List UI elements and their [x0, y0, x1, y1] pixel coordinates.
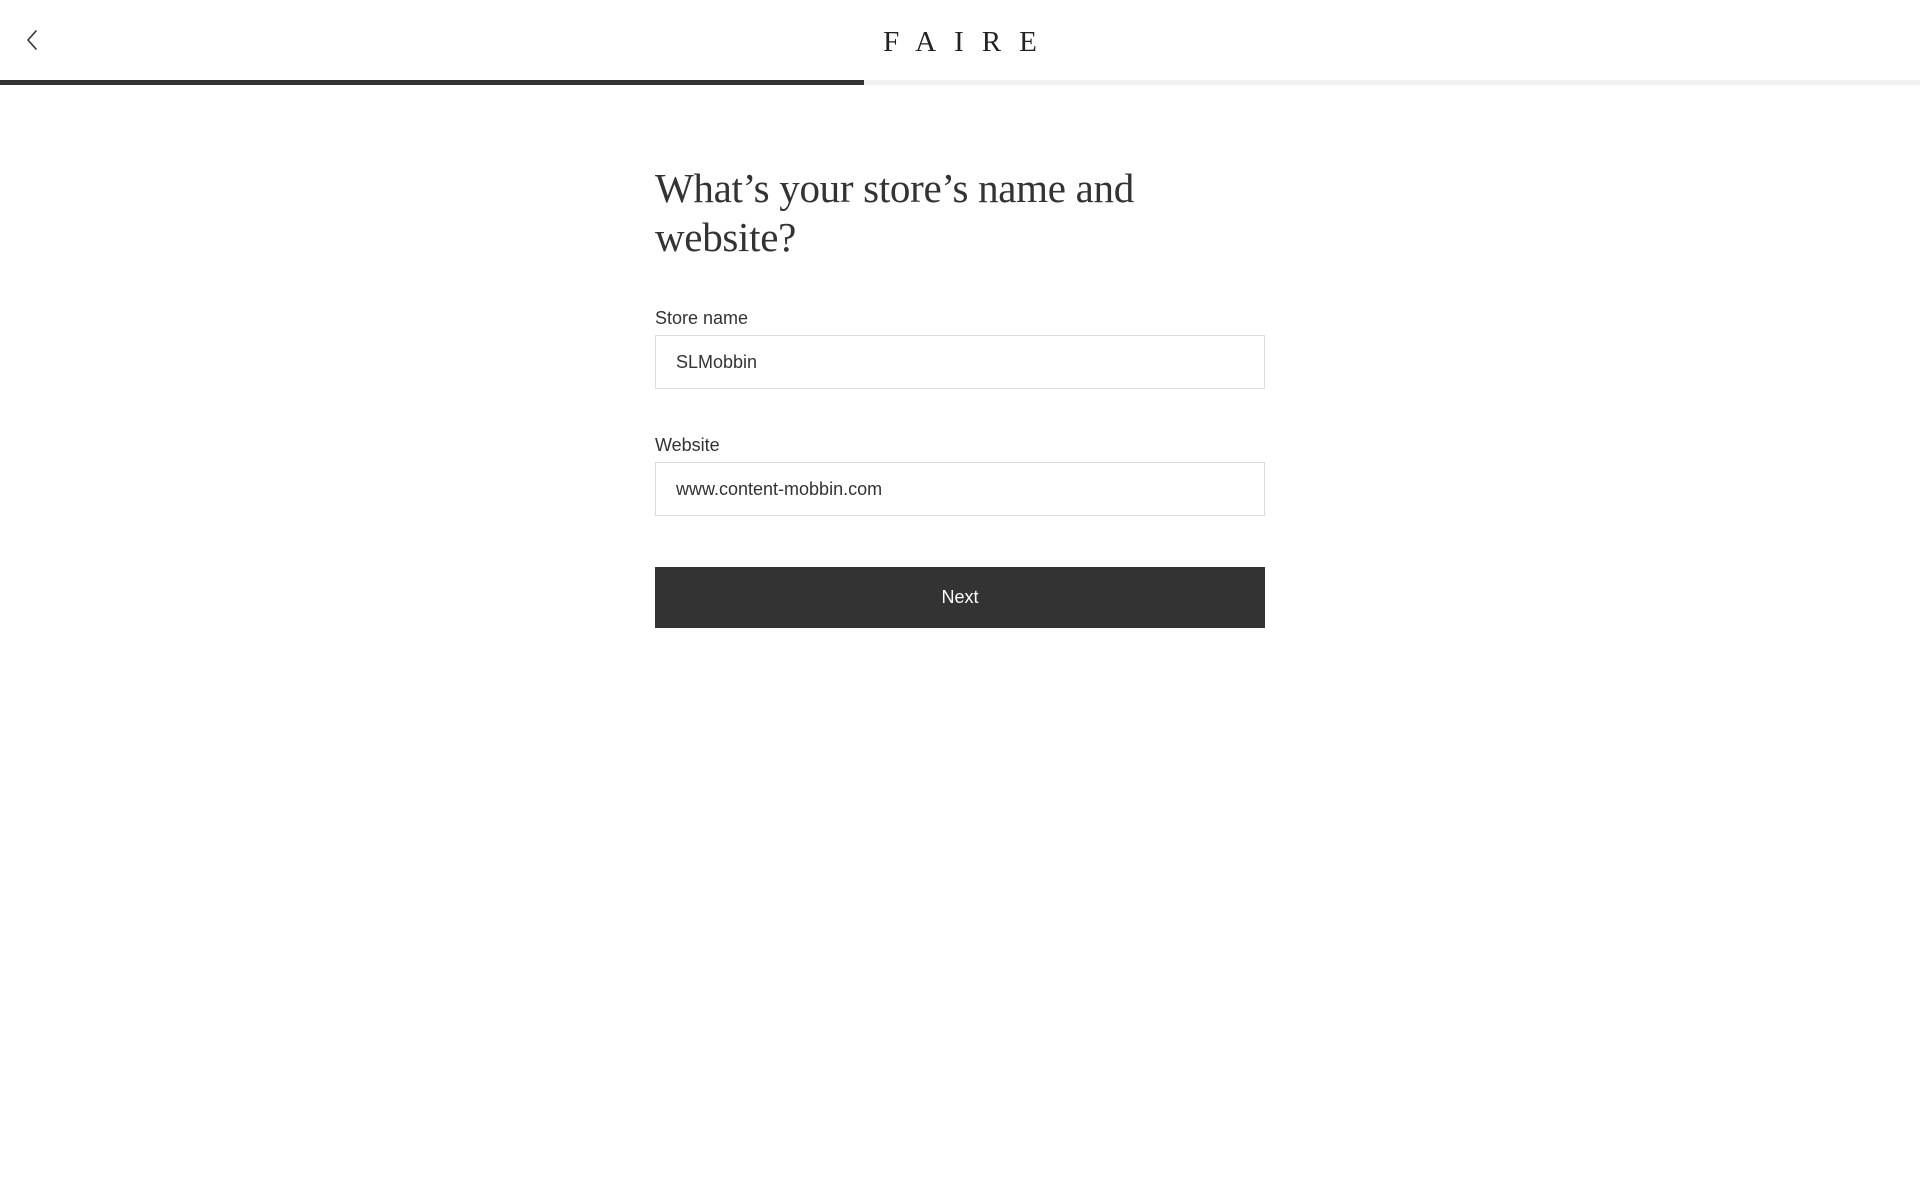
- website-group: Website: [655, 434, 1265, 516]
- chevron-left-icon: [27, 30, 37, 50]
- store-name-group: Store name: [655, 307, 1265, 389]
- store-name-label: Store name: [655, 308, 749, 328]
- website-label: Website: [655, 435, 720, 455]
- progress-fill: [0, 80, 864, 85]
- store-name-input[interactable]: [655, 335, 1265, 389]
- website-input[interactable]: [655, 462, 1265, 516]
- page-title: What’s your store’s name and website?: [655, 165, 1134, 260]
- store-info-form: What’s your store’s name and website? St…: [655, 164, 1265, 628]
- top-header: FAIRE: [0, 0, 1920, 82]
- faire-logo: FAIRE: [883, 26, 1055, 58]
- next-button[interactable]: Next: [655, 567, 1265, 628]
- back-button[interactable]: [16, 24, 48, 56]
- progress-bar: [0, 80, 1920, 85]
